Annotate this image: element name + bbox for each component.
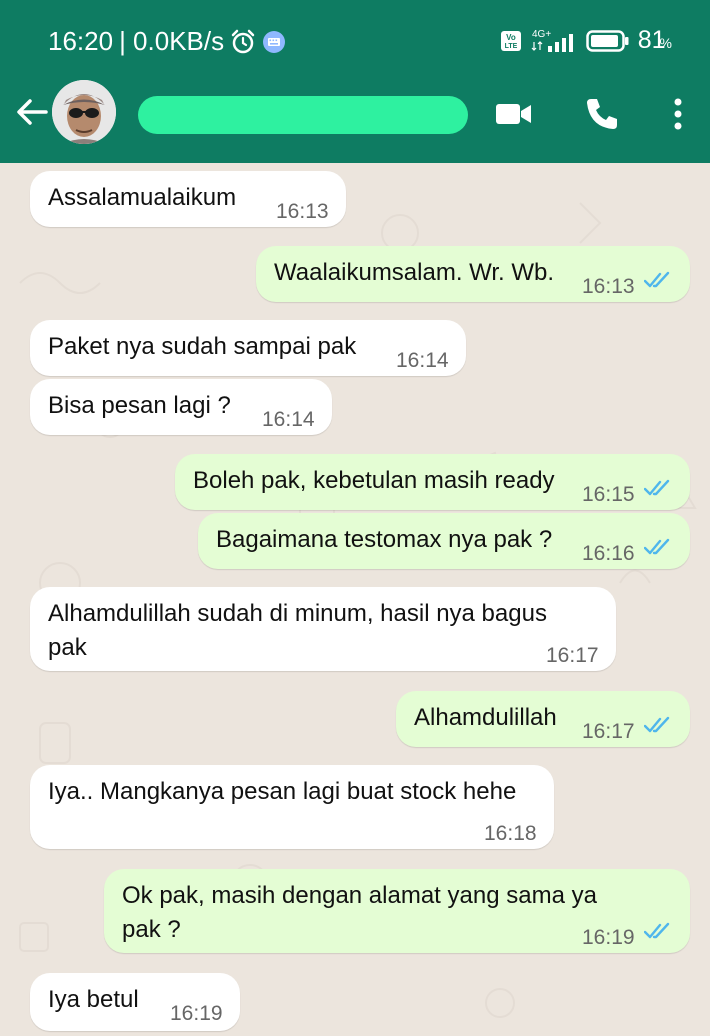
message-text: Alhamdulillah sudah di minum, hasil nya …	[48, 600, 547, 661]
battery-level: 81%	[637, 26, 672, 54]
read-receipt-icon	[644, 538, 670, 555]
contact-avatar[interactable]	[52, 80, 116, 144]
message-time: 16:17	[546, 644, 599, 667]
status-right: Vo LTE 4G+ 81%	[500, 26, 672, 55]
svg-text:Vo: Vo	[506, 33, 516, 42]
chat-top-bar	[0, 80, 710, 163]
message-text: Alhamdulillah	[414, 704, 557, 731]
message-time: 16:18	[484, 822, 537, 845]
status-bar: 16:20 | 0.0KB/s Vo LTE 4G+ 81%	[0, 0, 710, 80]
avatar-image	[52, 80, 116, 144]
status-time: 16:20	[48, 26, 114, 56]
keyboard-notification-icon	[263, 30, 286, 53]
message-time: 16:14	[262, 408, 315, 431]
message-bubble-outgoing[interactable]: Waalaikumsalam. Wr. Wb. 16:13	[256, 246, 690, 302]
message-bubble-incoming[interactable]: Iya.. Mangkanya pesan lagi buat stock he…	[30, 765, 554, 849]
message-text: Boleh pak, kebetulan masih ready	[193, 467, 555, 494]
svg-text:4G+: 4G+	[532, 29, 551, 40]
message-time: 16:13	[582, 275, 635, 298]
status-left: 16:20 | 0.0KB/s	[48, 26, 286, 57]
message-text: Bagaimana testomax nya pak ?	[216, 526, 553, 553]
read-receipt-icon	[644, 922, 670, 939]
video-call-icon[interactable]	[494, 94, 534, 134]
message-text: Iya betul	[48, 986, 139, 1013]
message-time: 16:19	[170, 1002, 223, 1025]
read-receipt-icon	[644, 716, 670, 733]
message-text: Assalamualaikum	[48, 184, 237, 211]
message-bubble-incoming[interactable]: Alhamdulillah sudah di minum, hasil nya …	[30, 587, 616, 671]
message-bubble-incoming[interactable]: Iya betul 16:19	[30, 973, 240, 1031]
message-time: 16:16	[582, 542, 635, 565]
read-receipt-icon	[644, 479, 670, 496]
message-time: 16:15	[582, 483, 635, 506]
battery-icon	[585, 29, 629, 52]
signal-4g-icon: 4G+	[531, 29, 573, 52]
app-header: 16:20 | 0.0KB/s Vo LTE 4G+ 81%	[0, 0, 710, 163]
message-time: 16:19	[582, 926, 635, 949]
message-bubble-incoming[interactable]: Paket nya sudah sampai pak 16:14	[30, 320, 466, 376]
message-text: Bisa pesan lagi ?	[48, 392, 231, 419]
message-time: 16:17	[582, 720, 635, 743]
contact-name-redaction[interactable]	[138, 96, 468, 134]
message-time: 16:14	[396, 349, 449, 372]
message-bubble-outgoing[interactable]: Boleh pak, kebetulan masih ready 16:15	[175, 454, 690, 510]
message-bubble-incoming[interactable]: Assalamualaikum 16:13	[30, 171, 346, 227]
message-bubble-outgoing[interactable]: Alhamdulillah 16:17	[396, 691, 690, 747]
more-options-icon[interactable]	[658, 94, 698, 134]
status-net-speed: | 0.0KB/s	[119, 26, 225, 56]
message-text: Ok pak, masih dengan alamat yang sama ya…	[122, 882, 597, 943]
read-receipt-icon	[644, 271, 670, 288]
message-time: 16:13	[276, 200, 329, 223]
chat-area[interactable]: Assalamualaikum 16:13 Waalaikumsalam. Wr…	[0, 163, 710, 1036]
voice-call-icon[interactable]	[582, 94, 622, 134]
message-bubble-outgoing[interactable]: Ok pak, masih dengan alamat yang sama ya…	[104, 869, 690, 953]
message-bubble-outgoing[interactable]: Bagaimana testomax nya pak ? 16:16	[198, 513, 690, 569]
message-text: Iya.. Mangkanya pesan lagi buat stock he…	[48, 778, 517, 805]
message-text: Paket nya sudah sampai pak	[48, 333, 357, 360]
message-text: Waalaikumsalam. Wr. Wb.	[274, 259, 555, 286]
svg-text:LTE: LTE	[504, 43, 517, 50]
volte-icon: Vo LTE	[500, 30, 521, 51]
message-bubble-incoming[interactable]: Bisa pesan lagi ? 16:14	[30, 379, 332, 435]
alarm-icon	[231, 29, 255, 53]
back-arrow-icon[interactable]	[12, 92, 52, 132]
